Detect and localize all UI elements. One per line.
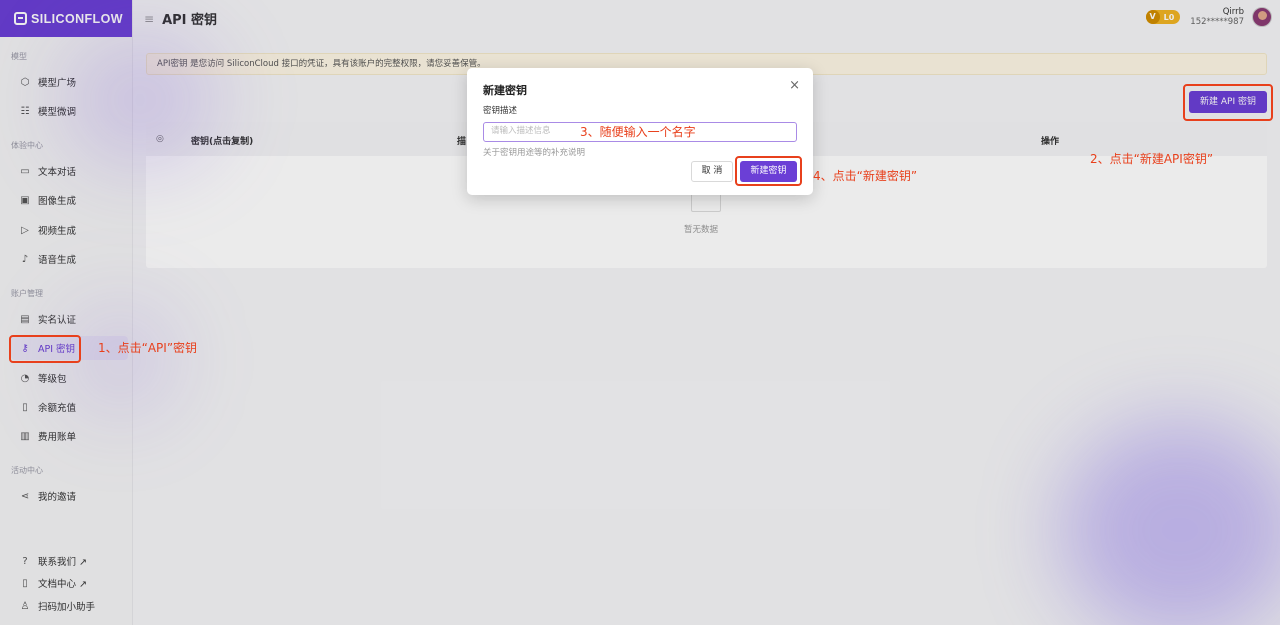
description-label: 密钥描述 xyxy=(483,106,518,116)
annotation-step3: 3、随便输入一个名字 xyxy=(580,125,696,139)
annotation-step1: 1、点击“API”密钥 xyxy=(98,341,198,355)
highlight-api-key xyxy=(9,335,81,363)
close-icon[interactable]: × xyxy=(789,78,800,93)
decor-glow xyxy=(60,30,220,170)
annotation-step4: 4、点击“新建密钥” xyxy=(813,169,918,183)
cancel-button[interactable]: 取 消 xyxy=(691,161,733,182)
annotation-step2: 2、点击“新建API密钥” xyxy=(1090,152,1214,166)
highlight-create-key xyxy=(735,156,802,186)
description-help: 关于密钥用途等的补充说明 xyxy=(483,148,586,158)
highlight-new-api-key xyxy=(1183,84,1273,121)
modal-title: 新建密钥 xyxy=(483,84,527,97)
